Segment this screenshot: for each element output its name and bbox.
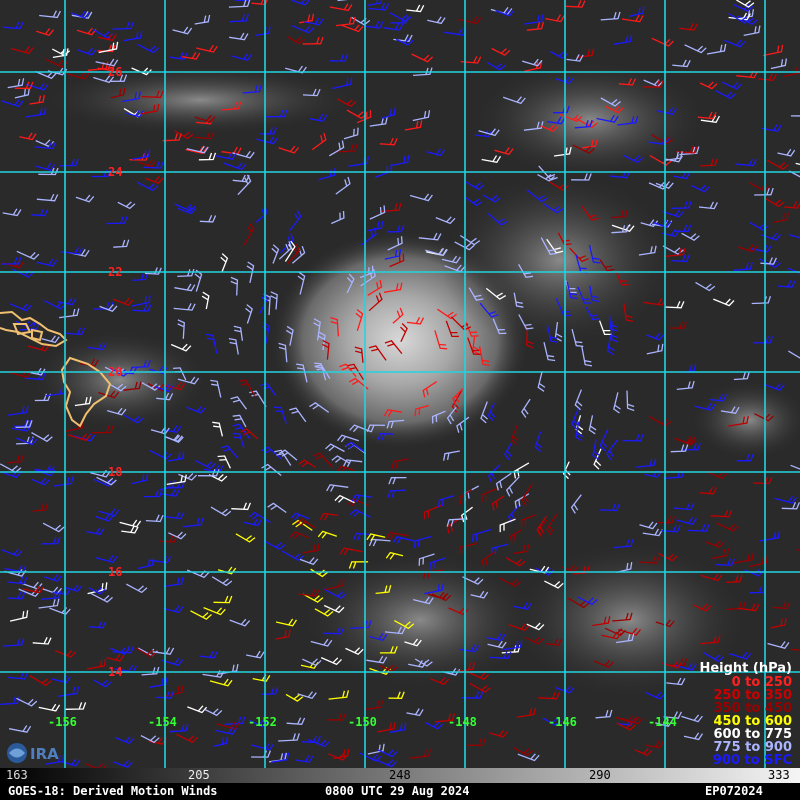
lon-label-146: -146 [548, 715, 577, 729]
footer-product: GOES-18: Derived Motion Winds [8, 784, 218, 798]
wind-barb [234, 0, 250, 2]
lon-label-156: -156 [48, 715, 77, 729]
lat-label-24: 24 [108, 165, 123, 179]
colorbar-tick-163: 163 [6, 768, 28, 782]
lat-label-22: 22 [108, 265, 123, 279]
footer-storm-id: EP072024 [705, 784, 763, 798]
satellite-imagery [0, 0, 800, 768]
height-legend: Height (hPa) 0 to 250 250 to 350 350 to … [699, 662, 792, 767]
colorbar-tick-248: 248 [389, 768, 411, 782]
footer-timestamp: 0800 UTC 29 Aug 2024 [325, 784, 470, 798]
legend-title: Height (hPa) [699, 661, 792, 676]
colorbar-labels: 163 205 248 290 333 [0, 768, 800, 783]
colorbar-tick-290: 290 [589, 768, 611, 782]
lat-label-26: 26 [108, 65, 123, 79]
lat-label-14: 14 [108, 665, 123, 679]
satellite-image-frame: 26 24 22 20 18 16 14 -156 -154 -152 -150… [0, 0, 800, 800]
lon-label-150: -150 [348, 715, 377, 729]
lat-label-18: 18 [108, 465, 123, 479]
svg-text:IRA: IRA [30, 745, 59, 763]
lon-label-144: -144 [648, 715, 677, 729]
cira-logo-icon: IRA [7, 743, 59, 763]
colorbar-tick-205: 205 [188, 768, 210, 782]
footer-bar: GOES-18: Derived Motion Winds 0800 UTC 2… [0, 783, 800, 800]
lat-label-16: 16 [108, 565, 123, 579]
lon-label-154: -154 [148, 715, 177, 729]
lat-label-20: 20 [108, 365, 123, 379]
colorbar-tick-333: 333 [768, 768, 790, 782]
lon-label-152: -152 [248, 715, 277, 729]
legend-item-900-sfc: 900 to SFC [712, 753, 792, 768]
lon-label-148: -148 [448, 715, 477, 729]
